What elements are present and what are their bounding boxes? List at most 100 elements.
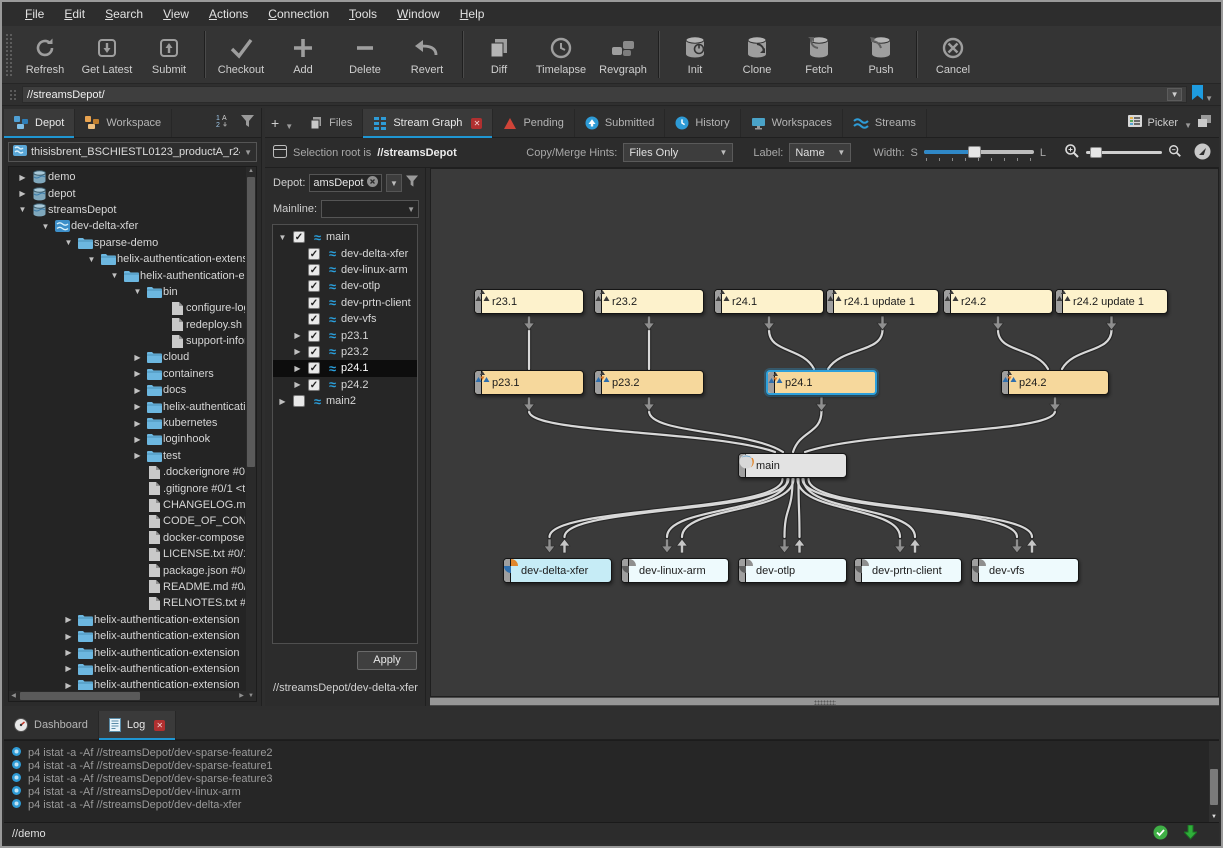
stream-checkbox[interactable]: ✓ [308, 248, 320, 260]
tree-row[interactable]: RELNOTES.txt #0/1 <tex [9, 595, 245, 611]
pan-navigator-icon[interactable] [1194, 143, 1211, 163]
expand-icon[interactable]: ▶ [61, 664, 76, 673]
tab-log[interactable]: Log✕ [99, 711, 176, 739]
menu-item-window[interactable]: Window [388, 3, 449, 25]
tab-stream-graph[interactable]: Stream Graph✕ [363, 109, 493, 137]
revert-button[interactable]: Revert [396, 26, 458, 83]
expand-icon[interactable]: ▶ [130, 435, 145, 444]
delete-button[interactable]: Delete [334, 26, 396, 83]
tree-row[interactable]: ▼sparse-demo [9, 235, 245, 251]
tree-row[interactable]: support-informatio [9, 333, 245, 349]
tree-row[interactable]: ▶helix-authentication-extension [9, 612, 245, 628]
tree-row[interactable]: ▶test [9, 448, 245, 464]
stream-tree-row[interactable]: ✓≈dev-delta-xfer [273, 245, 417, 261]
zoom-slider[interactable] [1086, 146, 1162, 160]
push-button[interactable]: Push [850, 26, 912, 83]
expand-icon[interactable]: ▶ [130, 419, 145, 428]
clear-icon[interactable] [367, 176, 378, 190]
address-value[interactable]: //streamsDepot/ [27, 89, 1167, 101]
stream-node-dev-vfs[interactable]: dev-vfs [971, 558, 1079, 583]
picker-caret-icon[interactable]: ▼ [1184, 121, 1192, 130]
tree-row[interactable]: CODE_OF_CONDUCT.m [9, 513, 245, 529]
stream-node-r24.2[interactable]: r24.2 [943, 289, 1053, 314]
expand-icon[interactable]: ▶ [130, 369, 145, 378]
workspace-selector[interactable]: thisisbrent_BSCHIESTL0123_productA_r24.2… [8, 142, 257, 162]
tree-row[interactable]: ▶depot [9, 185, 245, 201]
graph-hscrollbar[interactable] [430, 697, 1219, 706]
tree-row[interactable]: configure-login-ho [9, 300, 245, 316]
stream-node-dev-prtn-client[interactable]: dev-prtn-client [854, 558, 962, 583]
selection-root-icon[interactable] [273, 145, 287, 161]
stream-tree-row[interactable]: ▶≈main2 [273, 393, 417, 409]
stream-checkbox[interactable]: ✓ [308, 264, 320, 276]
menu-item-edit[interactable]: Edit [55, 3, 94, 25]
stream-checkbox[interactable]: ✓ [308, 346, 320, 358]
expand-icon[interactable]: ▶ [290, 364, 305, 373]
expand-icon[interactable]: ▶ [290, 331, 305, 340]
float-window-icon[interactable] [1198, 115, 1211, 130]
menu-item-view[interactable]: View [154, 3, 198, 25]
tree-row[interactable]: README.md #0/1 <text [9, 579, 245, 595]
depot-tree-vscrollbar[interactable]: ▲ ▼ [246, 167, 256, 701]
tree-row[interactable]: ▶loginhook [9, 431, 245, 447]
zoom-slider-thumb[interactable] [1090, 147, 1102, 158]
collapse-icon[interactable]: ▼ [130, 287, 145, 296]
stream-node-p24.1[interactable]: p24.1 [766, 370, 877, 395]
stream-tree-row[interactable]: ✓≈dev-prtn-client [273, 295, 417, 311]
address-field[interactable]: //streamsDepot/ ▼ [22, 86, 1187, 103]
tree-row[interactable]: ▶kubernetes [9, 415, 245, 431]
checkout-button[interactable]: Checkout [210, 26, 272, 83]
stream-tree-row[interactable]: ✓≈dev-vfs [273, 311, 417, 327]
close-tab-icon[interactable]: ✕ [154, 720, 165, 731]
stream-tree-row[interactable]: ▼✓≈main [273, 229, 417, 245]
tree-row[interactable]: ▼dev-delta-xfer [9, 218, 245, 234]
expand-icon[interactable]: ▶ [61, 681, 76, 690]
stream-graph-canvas[interactable]: r23.1r23.2r24.1r24.1 update 1r24.2r24.2 … [430, 168, 1219, 697]
scroll-right-icon[interactable]: ▶ [237, 691, 246, 701]
stream-checkbox[interactable] [293, 395, 305, 407]
stream-checkbox[interactable]: ✓ [308, 313, 320, 325]
scroll-down-icon[interactable]: ▼ [1209, 813, 1219, 822]
stream-node-p24.2[interactable]: p24.2 [1001, 370, 1109, 395]
expand-icon[interactable]: ▶ [61, 615, 76, 624]
stream-checkbox[interactable]: ✓ [308, 297, 320, 309]
tab-submitted[interactable]: Submitted [575, 109, 666, 137]
tab-workspace[interactable]: Workspace [75, 109, 172, 137]
expand-icon[interactable]: ▶ [130, 451, 145, 460]
tab-depot[interactable]: Depot [4, 109, 75, 137]
submit-button[interactable]: Submit [138, 26, 200, 83]
expand-icon[interactable]: ▶ [290, 347, 305, 356]
init-button[interactable]: Init [664, 26, 726, 83]
stream-node-r24.2u1[interactable]: r24.2 update 1 [1055, 289, 1168, 314]
tree-row[interactable]: ▶helix-authentication-extension [9, 661, 245, 677]
new-tab-button[interactable]: + ▼ [265, 109, 299, 137]
stream-checkbox[interactable]: ✓ [308, 362, 320, 374]
get-latest-button[interactable]: Get Latest [76, 26, 138, 83]
expand-icon[interactable]: ▶ [275, 397, 290, 406]
label-select[interactable]: Name▼ [789, 143, 851, 162]
expand-icon[interactable]: ▶ [61, 632, 76, 641]
sort-icon[interactable]: 1A2 [216, 114, 231, 131]
stream-checkbox[interactable]: ✓ [293, 231, 305, 243]
cancel-button[interactable]: Cancel [922, 26, 984, 83]
collapse-icon[interactable]: ▼ [61, 238, 76, 247]
copy-merge-select[interactable]: Files Only▼ [623, 143, 733, 162]
stream-checkbox[interactable]: ✓ [308, 280, 320, 292]
stream-tree-row[interactable]: ✓≈dev-linux-arm [273, 262, 417, 278]
expand-icon[interactable]: ▶ [61, 648, 76, 657]
tree-row[interactable]: ▼helix-authentication-extension [9, 251, 245, 267]
collapse-icon[interactable]: ▼ [38, 222, 53, 231]
depot-filter-input[interactable]: amsDepot [309, 174, 382, 192]
close-tab-icon[interactable]: ✕ [471, 118, 482, 129]
tree-row[interactable]: package.json #0/1 <tex [9, 562, 245, 578]
stream-node-r24.1[interactable]: r24.1 [714, 289, 824, 314]
menu-item-tools[interactable]: Tools [340, 3, 386, 25]
expand-icon[interactable]: ▶ [290, 380, 305, 389]
expand-icon[interactable]: ▶ [15, 173, 30, 182]
tree-row[interactable]: docker-compose.yml # [9, 530, 245, 546]
tab-history[interactable]: History [665, 109, 740, 137]
stream-node-r23.2[interactable]: r23.2 [594, 289, 704, 314]
stream-node-p23.2[interactable]: p23.2 [594, 370, 704, 395]
tree-row[interactable]: ▶cloud [9, 349, 245, 365]
graph-hscroll-thumb[interactable] [430, 698, 1219, 705]
